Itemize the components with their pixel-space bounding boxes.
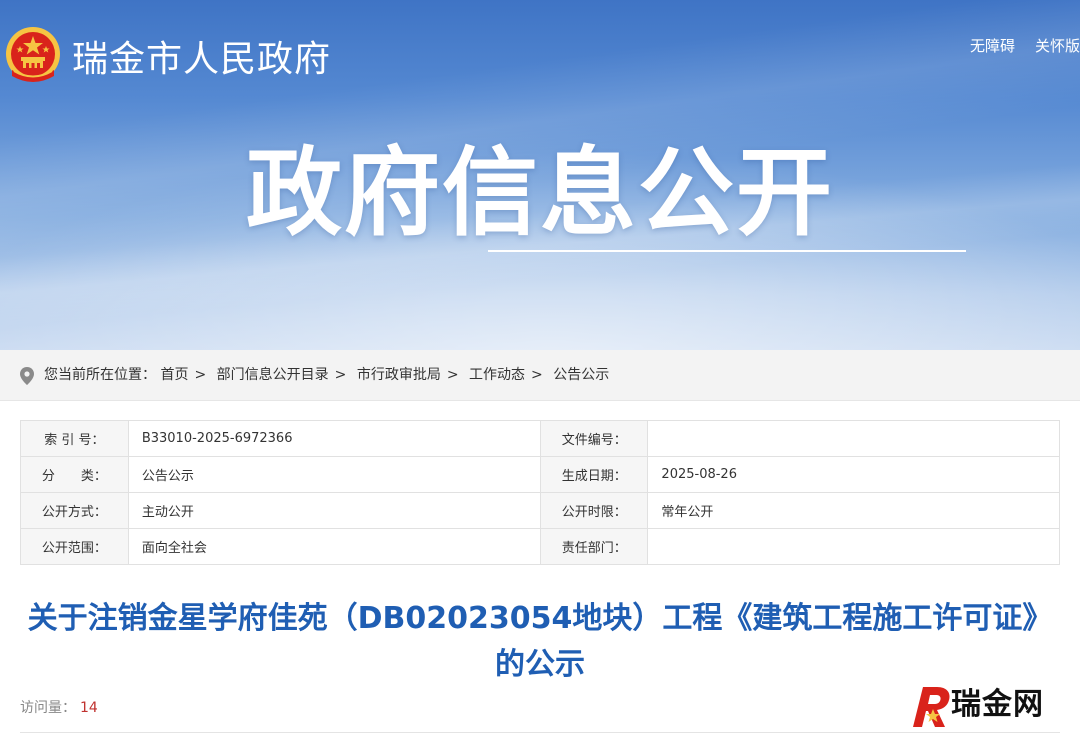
- accessibility-link[interactable]: 无障碍: [970, 36, 1015, 56]
- elderly-care-mode-link[interactable]: 关怀版: [1035, 36, 1080, 56]
- top-links: 无障碍 关怀版: [970, 36, 1080, 56]
- ruijin-net-logo-icon: [913, 687, 950, 727]
- meta-value-category: 公告公示: [127, 456, 541, 493]
- national-emblem-icon[interactable]: [4, 26, 62, 88]
- meta-label-disclosure-method: 公开方式：: [20, 492, 129, 529]
- watermark-text: 瑞金网: [951, 687, 1044, 722]
- breadcrumb-item-dept-catalog[interactable]: 部门信息公开目录: [217, 367, 329, 383]
- table-row: 公开方式： 主动公开 公开时限： 常年公开: [20, 492, 1060, 529]
- meta-value-disclosure-method: 主动公开: [127, 492, 541, 529]
- table-row: 索 引 号： B33010-2025-6972366 文件编号：: [20, 420, 1060, 457]
- visit-count-label: 访问量：: [20, 700, 76, 716]
- divider: [20, 732, 1060, 733]
- banner-title: 政府信息公开: [246, 137, 834, 249]
- meta-value-disclosure-scope: 面向全社会: [127, 528, 541, 565]
- meta-label-disclosure-period: 公开时限：: [539, 492, 649, 529]
- meta-label-category: 分 类：: [20, 456, 129, 493]
- breadcrumb: 您当前所在位置： 首页 > 部门信息公开目录 > 市行政审批局 > 工作动态 > 公告公…: [0, 350, 1080, 401]
- table-row: 分 类： 公告公示 生成日期： 2025-08-26: [20, 456, 1060, 493]
- document-meta-table: 索 引 号： B33010-2025-6972366 文件编号： 分 类： 公告…: [20, 420, 1060, 565]
- site-title[interactable]: 瑞金市人民政府: [72, 36, 331, 84]
- article-title: 关于注销金星学府佳苑（DB02023054地块）工程《建筑工程施工许可证》的公示: [27, 601, 1053, 682]
- meta-label-index-number: 索 引 号：: [20, 420, 129, 457]
- visit-count-value: 14: [80, 700, 98, 716]
- banner-title-underline: [488, 250, 966, 252]
- visit-count: 访问量： 14: [20, 699, 98, 717]
- meta-value-disclosure-period: 常年公开: [647, 492, 1060, 529]
- location-pin-icon: [20, 367, 34, 385]
- meta-value-responsible-dept: [647, 528, 1060, 565]
- breadcrumb-prefix: 您当前所在位置：: [44, 367, 156, 383]
- breadcrumb-separator: >: [194, 367, 207, 383]
- table-row: 公开范围： 面向全社会 责任部门：: [20, 528, 1060, 565]
- breadcrumb-item-home[interactable]: 首页: [160, 367, 188, 383]
- breadcrumb-item-notices[interactable]: 公告公示: [553, 367, 609, 383]
- meta-value-document-number: [647, 420, 1060, 457]
- breadcrumb-separator: >: [531, 367, 543, 383]
- breadcrumb-item-approval-bureau[interactable]: 市行政审批局: [357, 367, 441, 383]
- meta-label-responsible-dept: 责任部门：: [539, 528, 649, 565]
- header-banner: 瑞金市人民政府 无障碍 关怀版 政府信息公开: [0, 0, 1080, 350]
- meta-label-document-number: 文件编号：: [539, 420, 649, 457]
- breadcrumb-item-work-news[interactable]: 工作动态: [469, 367, 525, 383]
- breadcrumb-separator: >: [446, 367, 459, 383]
- meta-label-disclosure-scope: 公开范围：: [20, 528, 129, 565]
- breadcrumb-separator: >: [334, 367, 347, 383]
- meta-value-index-number: B33010-2025-6972366: [127, 420, 541, 457]
- meta-value-created-date: 2025-08-26: [647, 456, 1060, 493]
- meta-label-created-date: 生成日期：: [539, 456, 649, 493]
